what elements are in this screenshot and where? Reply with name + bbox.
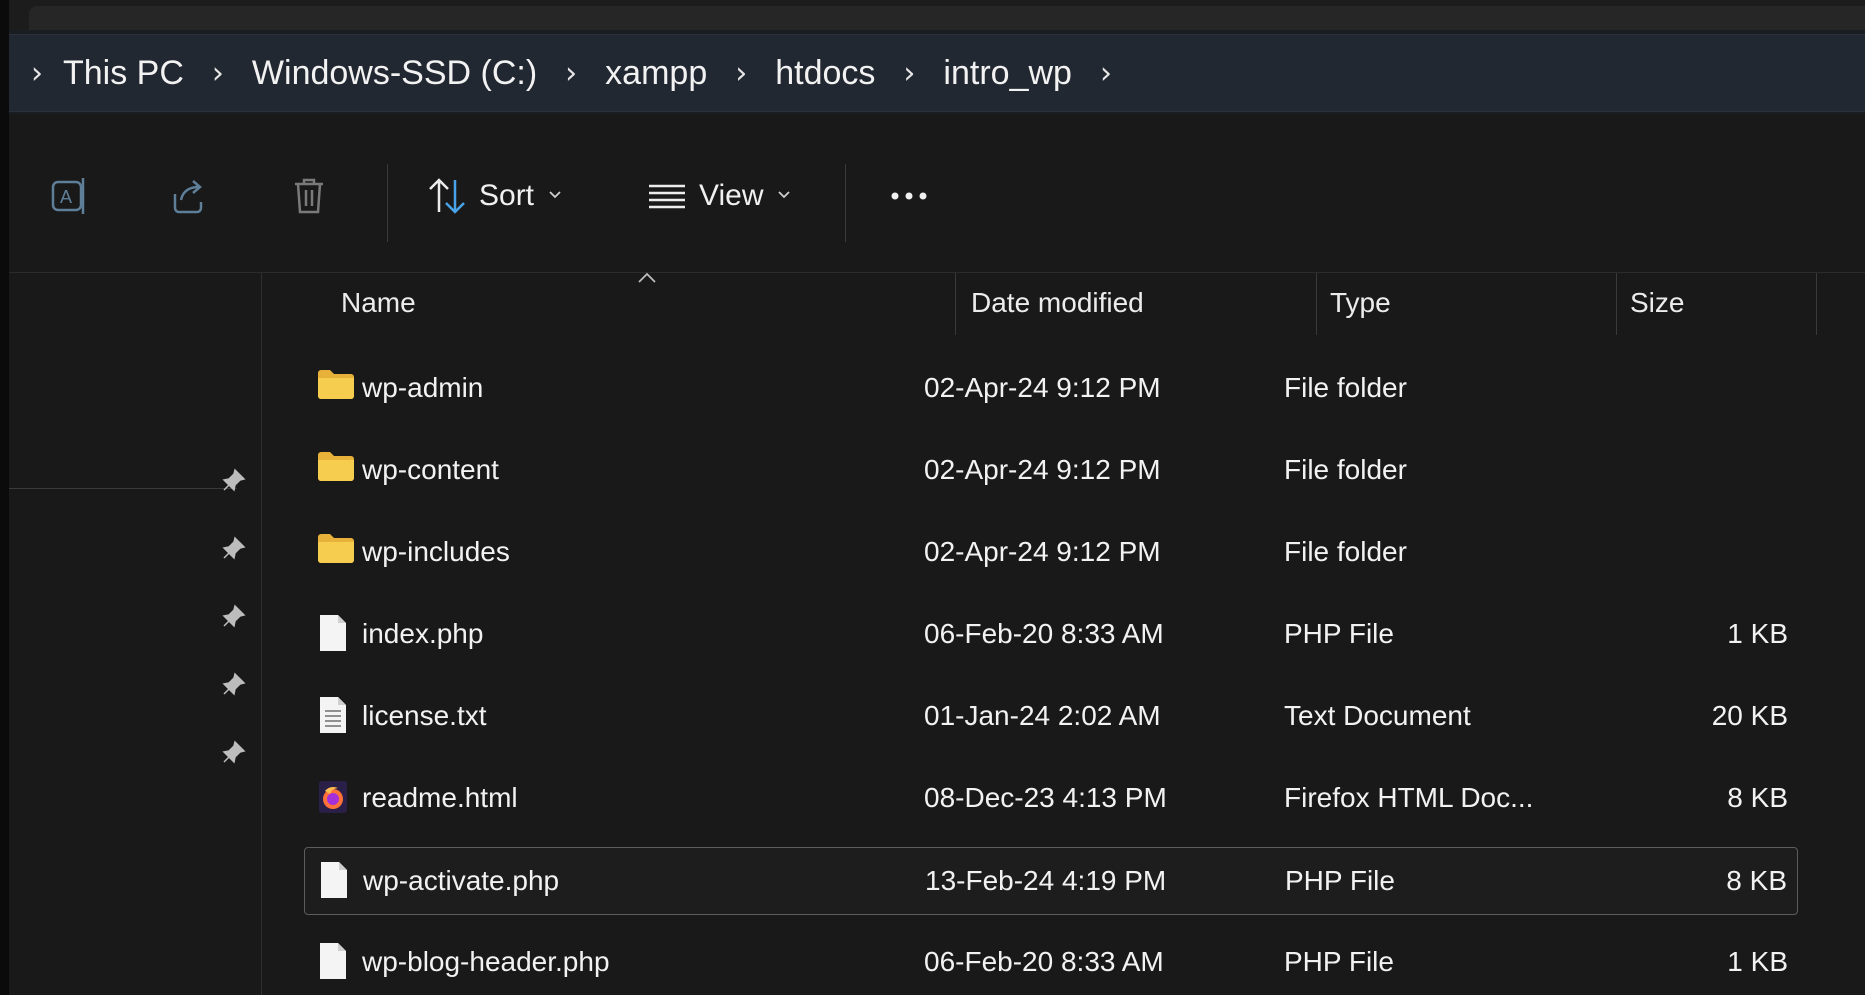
file-name: readme.html bbox=[362, 782, 518, 813]
file-name: wp-admin bbox=[362, 372, 484, 403]
date-modified: 02-Apr-24 9:12 PM bbox=[924, 536, 1161, 567]
table-row[interactable]: index.php 06-Feb-20 8:33 AM PHP File 1 KB bbox=[304, 601, 1798, 669]
date-modified: 01-Jan-24 2:02 AM bbox=[924, 700, 1161, 731]
file-size: 20 KB bbox=[1711, 700, 1788, 731]
file-size: 1 KB bbox=[1727, 618, 1788, 649]
view-list-icon bbox=[645, 174, 689, 218]
breadcrumb-item-xampp[interactable]: xampp bbox=[599, 54, 713, 93]
column-divider[interactable] bbox=[1616, 273, 1617, 335]
file-type: File folder bbox=[1284, 454, 1407, 485]
file-name: wp-includes bbox=[362, 536, 510, 567]
rename-icon: A bbox=[49, 174, 93, 218]
file-explorer-window: › This PC › Windows-SSD (C:) › xampp › h… bbox=[9, 0, 1865, 995]
date-modified: 08-Dec-23 4:13 PM bbox=[924, 782, 1167, 813]
rename-button[interactable]: A bbox=[49, 164, 93, 228]
file-size: 8 KB bbox=[1726, 865, 1787, 896]
share-button[interactable] bbox=[167, 164, 211, 228]
folder-icon bbox=[316, 531, 356, 570]
date-modified: 13-Feb-24 4:19 PM bbox=[925, 865, 1167, 896]
folder-icon bbox=[316, 449, 356, 488]
delete-icon bbox=[287, 174, 331, 218]
file-type: Firefox HTML Doc... bbox=[1284, 782, 1534, 813]
column-divider[interactable] bbox=[955, 273, 956, 335]
column-divider[interactable] bbox=[1816, 273, 1817, 335]
more-icon bbox=[885, 186, 933, 206]
more-options-button[interactable] bbox=[885, 164, 933, 228]
command-bar: A Sort View bbox=[9, 134, 1865, 273]
file-list: Name Date modified Type Size wp-admin 02-… bbox=[262, 271, 1865, 995]
sort-arrows-icon bbox=[425, 174, 469, 218]
file-name: wp-blog-header.php bbox=[362, 946, 610, 977]
breadcrumb-separator-icon[interactable]: › bbox=[881, 56, 937, 91]
date-modified: 02-Apr-24 9:12 PM bbox=[924, 454, 1161, 485]
column-header-name[interactable]: Name bbox=[341, 287, 416, 319]
nav-divider bbox=[9, 488, 237, 489]
navigation-pane bbox=[9, 273, 262, 995]
table-row[interactable]: wp-blog-header.php 06-Feb-20 8:33 AM PHP F… bbox=[304, 929, 1798, 995]
table-row[interactable]: readme.html 08-Dec-23 4:13 PM Firefox HTML… bbox=[304, 765, 1798, 833]
view-label: View bbox=[699, 179, 764, 212]
pin-icon[interactable] bbox=[221, 671, 247, 702]
table-row[interactable]: wp-admin 02-Apr-24 9:12 PM File folder bbox=[304, 355, 1798, 423]
file-type: File folder bbox=[1284, 536, 1407, 567]
file-icon bbox=[317, 860, 351, 905]
table-row[interactable]: wp-includes 02-Apr-24 9:12 PM File folder bbox=[304, 519, 1798, 587]
table-row[interactable]: license.txt 01-Jan-24 2:02 AM Text Documen… bbox=[304, 683, 1798, 751]
firefox-html-icon bbox=[316, 777, 350, 822]
file-size: 8 KB bbox=[1727, 782, 1788, 813]
date-modified: 02-Apr-24 9:12 PM bbox=[924, 372, 1161, 403]
chevron-down-icon bbox=[777, 187, 791, 205]
file-name: wp-content bbox=[362, 454, 499, 485]
column-headers: Name Date modified Type Size bbox=[262, 271, 1865, 341]
file-type: PHP File bbox=[1284, 946, 1394, 977]
column-header-date[interactable]: Date modified bbox=[971, 287, 1144, 319]
pin-icon[interactable] bbox=[221, 739, 247, 770]
breadcrumb-separator-icon[interactable]: › bbox=[543, 56, 599, 91]
chevron-down-icon bbox=[548, 187, 562, 205]
folder-icon bbox=[316, 367, 356, 406]
breadcrumb-item-drive[interactable]: Windows-SSD (C:) bbox=[246, 54, 543, 93]
pin-icon[interactable] bbox=[221, 535, 247, 566]
text-file-icon bbox=[316, 695, 350, 740]
breadcrumb-separator-icon[interactable]: › bbox=[190, 56, 246, 91]
breadcrumb-expand-chevron-icon[interactable]: › bbox=[17, 56, 57, 91]
sort-label: Sort bbox=[479, 179, 535, 212]
date-modified: 06-Feb-20 8:33 AM bbox=[924, 946, 1164, 977]
column-divider[interactable] bbox=[1316, 273, 1317, 335]
file-type: PHP File bbox=[1285, 865, 1395, 896]
file-icon bbox=[316, 941, 350, 986]
address-bar: › This PC › Windows-SSD (C:) › xampp › h… bbox=[9, 30, 1865, 114]
svg-text:A: A bbox=[60, 187, 72, 207]
pin-icon[interactable] bbox=[221, 467, 247, 498]
title-strip bbox=[9, 0, 1865, 30]
breadcrumb[interactable]: › This PC › Windows-SSD (C:) › xampp › h… bbox=[9, 34, 1865, 112]
delete-button[interactable] bbox=[287, 164, 331, 228]
toolbar-divider bbox=[845, 164, 846, 242]
file-name: index.php bbox=[362, 618, 484, 649]
file-type: Text Document bbox=[1284, 700, 1471, 731]
date-modified: 06-Feb-20 8:33 AM bbox=[924, 618, 1164, 649]
file-type: File folder bbox=[1284, 372, 1407, 403]
sort-button[interactable]: Sort bbox=[425, 164, 562, 228]
file-icon bbox=[316, 613, 350, 658]
column-header-size[interactable]: Size bbox=[1630, 287, 1684, 319]
breadcrumb-item-intro-wp[interactable]: intro_wp bbox=[937, 54, 1078, 93]
file-type: PHP File bbox=[1284, 618, 1394, 649]
share-icon bbox=[167, 174, 211, 218]
file-name: license.txt bbox=[362, 700, 487, 731]
toolbar-divider bbox=[387, 164, 388, 242]
file-name: wp-activate.php bbox=[363, 865, 560, 896]
table-row[interactable]: wp-activate.php 13-Feb-24 4:19 PM PHP File… bbox=[304, 847, 1798, 915]
breadcrumb-item-htdocs[interactable]: htdocs bbox=[769, 54, 881, 93]
breadcrumb-item-this-pc[interactable]: This PC bbox=[57, 54, 190, 93]
column-header-type[interactable]: Type bbox=[1330, 287, 1391, 319]
sort-ascending-caret-icon bbox=[636, 271, 658, 290]
breadcrumb-separator-icon[interactable]: › bbox=[1078, 56, 1134, 91]
pin-icon[interactable] bbox=[221, 603, 247, 634]
file-size: 1 KB bbox=[1727, 946, 1788, 977]
breadcrumb-separator-icon[interactable]: › bbox=[713, 56, 769, 91]
view-button[interactable]: View bbox=[645, 164, 791, 228]
table-row[interactable]: wp-content 02-Apr-24 9:12 PM File folder bbox=[304, 437, 1798, 505]
